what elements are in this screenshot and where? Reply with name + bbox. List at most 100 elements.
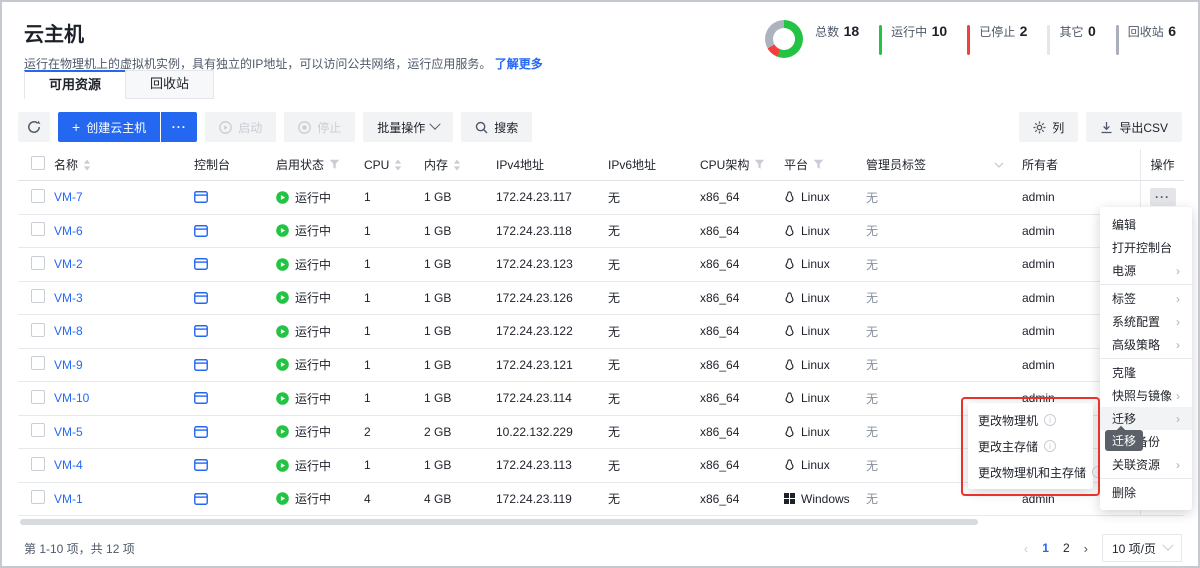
ipv6-value: 无 xyxy=(608,423,700,440)
vm-name-link[interactable]: VM-7 xyxy=(54,190,83,204)
submenu-item[interactable]: 更改物理机 i xyxy=(968,407,1093,433)
filter-icon[interactable] xyxy=(754,159,765,170)
columns-button[interactable]: 列 xyxy=(1019,112,1078,142)
vm-name-link[interactable]: VM-3 xyxy=(54,291,83,305)
cpu-arch-value: x86_64 xyxy=(700,291,784,305)
row-checkbox[interactable] xyxy=(31,222,45,236)
row-actions-button[interactable]: ··· xyxy=(1150,188,1176,206)
console-icon[interactable] xyxy=(194,258,276,270)
menu-item[interactable]: 迁移 › xyxy=(1100,407,1192,430)
next-page-button[interactable]: › xyxy=(1084,541,1088,556)
console-icon[interactable] xyxy=(194,493,276,505)
status-label: 运行中 xyxy=(295,289,331,306)
submenu-item-label: 更改主存储 xyxy=(978,438,1038,455)
menu-item[interactable]: 打开控制台 › xyxy=(1100,236,1192,259)
search-label: 搜索 xyxy=(494,119,518,136)
column-ipv4: IPv4地址 xyxy=(496,156,544,173)
create-vm-label: 创建云主机 xyxy=(86,119,146,136)
prev-page-button[interactable]: ‹ xyxy=(1024,541,1028,556)
row-checkbox[interactable] xyxy=(31,423,45,437)
tab[interactable]: 回收站 xyxy=(125,70,214,99)
vm-name-link[interactable]: VM-9 xyxy=(54,358,83,372)
menu-item[interactable]: 标签 › xyxy=(1100,287,1192,310)
cpu-arch-value: x86_64 xyxy=(700,425,784,439)
console-icon[interactable] xyxy=(194,459,276,471)
row-checkbox[interactable] xyxy=(31,189,45,203)
page-1-button[interactable]: 1 xyxy=(1042,541,1049,555)
vm-name-link[interactable]: VM-8 xyxy=(54,324,83,338)
stop-button[interactable]: 停止 xyxy=(284,112,355,142)
row-checkbox[interactable] xyxy=(31,490,45,504)
console-icon[interactable] xyxy=(194,359,276,371)
row-checkbox[interactable] xyxy=(31,256,45,270)
start-button[interactable]: 启动 xyxy=(205,112,276,142)
horizontal-scrollbar[interactable] xyxy=(20,519,978,525)
admin-tag-value: 无 xyxy=(866,189,1022,206)
ipv4-value: 172.24.23.117 xyxy=(496,190,608,204)
filter-icon[interactable] xyxy=(813,159,824,170)
row-checkbox[interactable] xyxy=(31,390,45,404)
linux-icon xyxy=(784,426,795,438)
page-title: 云主机 xyxy=(24,18,543,47)
filter-icon[interactable] xyxy=(329,159,340,170)
cpu-arch-value: x86_64 xyxy=(700,257,784,271)
menu-item[interactable]: 高级策略 › xyxy=(1100,333,1192,356)
submenu-item[interactable]: 更改物理机和主存储 i xyxy=(968,459,1093,485)
column-actions: 操作 xyxy=(1150,156,1174,173)
console-icon[interactable] xyxy=(194,426,276,438)
submenu-item[interactable]: 更改主存储 i xyxy=(968,433,1093,459)
vm-name-link[interactable]: VM-2 xyxy=(54,257,83,271)
console-icon[interactable] xyxy=(194,191,276,203)
ipv4-value: 172.24.23.114 xyxy=(496,391,608,405)
table-footer: 第 1-10 项，共 12 项 ‹ 1 2 › 10 项/页 xyxy=(24,534,1182,562)
batch-actions-button[interactable]: 批量操作 xyxy=(363,112,453,142)
search-button[interactable]: 搜索 xyxy=(461,112,532,142)
linux-icon xyxy=(784,225,795,237)
menu-item[interactable]: 克隆 › xyxy=(1100,361,1192,384)
console-icon[interactable] xyxy=(194,225,276,237)
create-vm-button[interactable]: + 创建云主机 xyxy=(58,112,160,142)
sort-icon[interactable] xyxy=(394,159,402,171)
export-csv-button[interactable]: 导出CSV xyxy=(1086,112,1182,142)
menu-item[interactable]: 系统配置 › xyxy=(1100,310,1192,333)
page-size-select[interactable]: 10 项/页 xyxy=(1102,534,1182,562)
plus-icon: + xyxy=(72,119,80,135)
menu-item[interactable]: 电源 › xyxy=(1100,259,1192,282)
row-context-menu: 编辑 › 打开控制台 › 电源 › 标签 › 系统配置 › 高级策略 › 克隆 … xyxy=(1100,207,1192,510)
chevron-down-icon[interactable] xyxy=(994,162,1004,168)
row-checkbox[interactable] xyxy=(31,289,45,303)
vm-name-link[interactable]: VM-5 xyxy=(54,425,83,439)
select-all-checkbox[interactable] xyxy=(31,156,45,170)
row-checkbox[interactable] xyxy=(31,457,45,471)
memory-value: 1 GB xyxy=(424,324,496,338)
stat-value: 0 xyxy=(1088,23,1096,39)
vm-name-link[interactable]: VM-6 xyxy=(54,224,83,238)
tab[interactable]: 可用资源 xyxy=(24,70,126,99)
console-icon[interactable] xyxy=(194,292,276,304)
menu-item[interactable]: 快照与镜像 › xyxy=(1100,384,1192,407)
row-checkbox[interactable] xyxy=(31,323,45,337)
sort-icon[interactable] xyxy=(453,159,461,171)
linux-icon xyxy=(784,258,795,270)
menu-item[interactable]: 删除 › xyxy=(1100,481,1192,504)
console-icon[interactable] xyxy=(194,392,276,404)
row-checkbox[interactable] xyxy=(31,356,45,370)
linux-icon xyxy=(784,392,795,404)
columns-label: 列 xyxy=(1052,119,1064,136)
page-2-button[interactable]: 2 xyxy=(1063,541,1070,555)
menu-item[interactable]: 编辑 › xyxy=(1100,213,1192,236)
stat-value: 18 xyxy=(844,23,860,39)
vm-name-link[interactable]: VM-10 xyxy=(54,391,89,405)
vm-name-link[interactable]: VM-4 xyxy=(54,458,83,472)
stat-color-bar xyxy=(1116,25,1119,55)
sort-icon[interactable] xyxy=(83,159,91,171)
vm-name-link[interactable]: VM-1 xyxy=(54,492,83,506)
learn-more-link[interactable]: 了解更多 xyxy=(495,57,543,71)
console-icon[interactable] xyxy=(194,325,276,337)
stat-value: 6 xyxy=(1168,23,1176,39)
menu-item[interactable]: 关联资源 › xyxy=(1100,453,1192,476)
refresh-button[interactable] xyxy=(18,112,50,142)
menu-item-label: 快照与镜像 xyxy=(1112,387,1172,404)
stat-item: 运行中 10 xyxy=(879,23,947,55)
create-more-button[interactable]: ··· xyxy=(161,112,197,142)
